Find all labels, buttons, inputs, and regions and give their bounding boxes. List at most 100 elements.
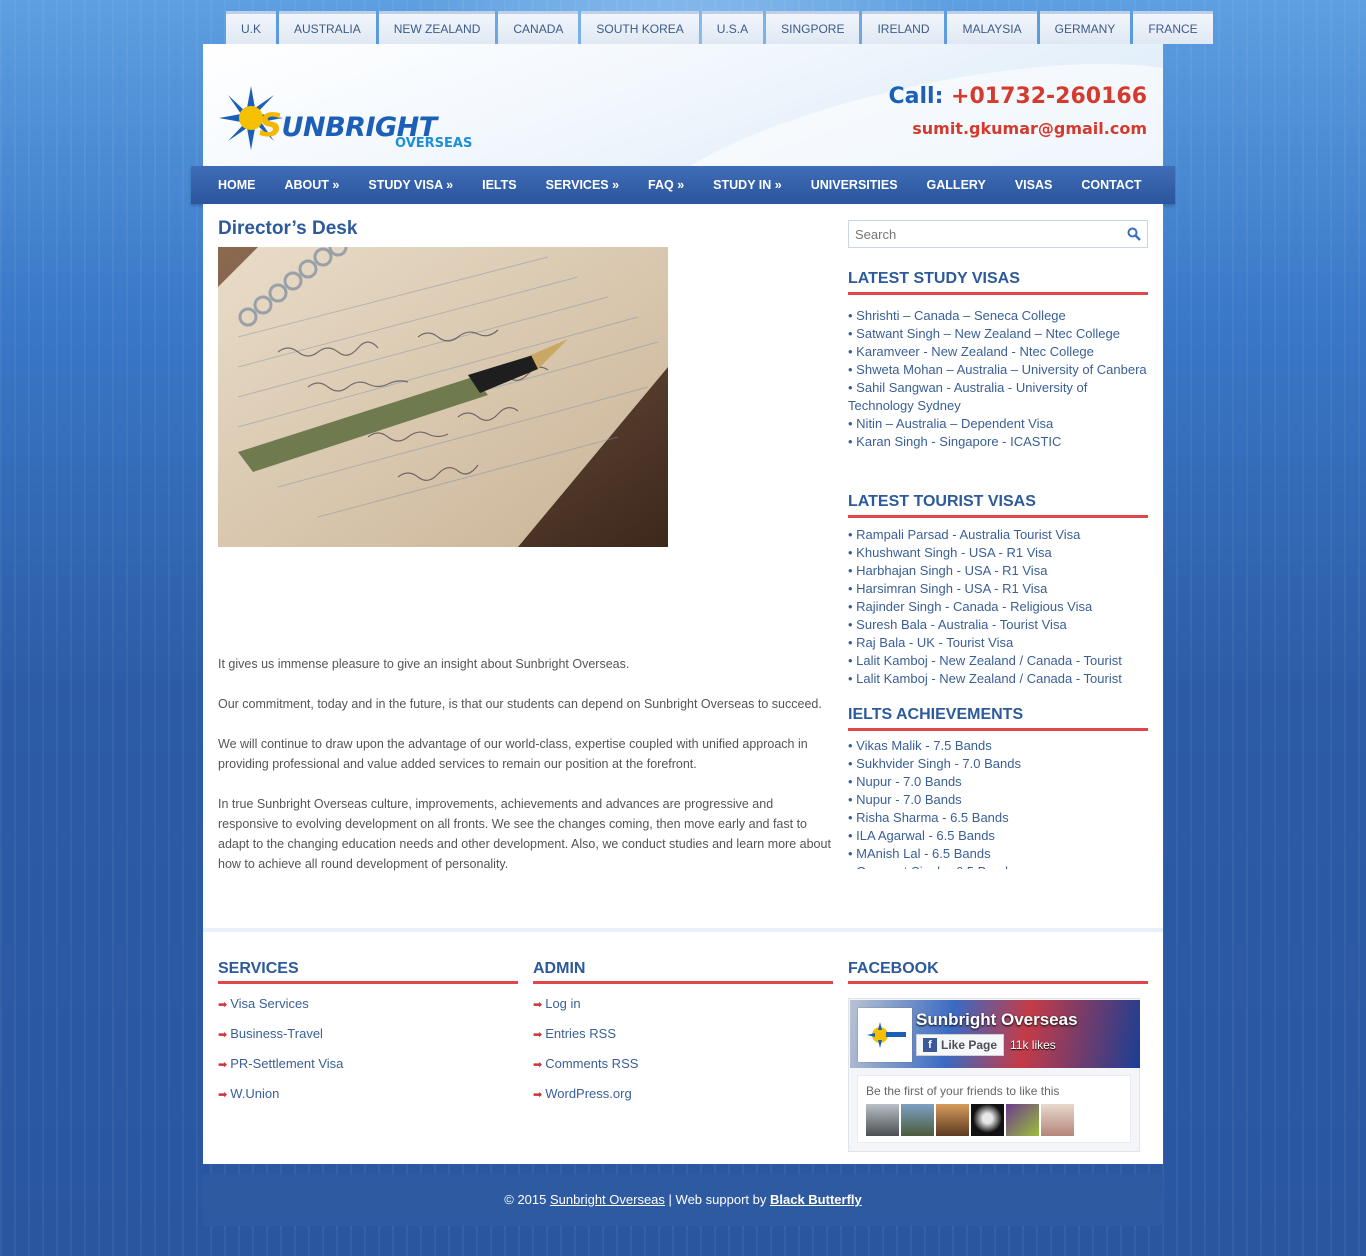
- list-item[interactable]: Lalit Kamboj - New Zealand / Canada - To…: [848, 670, 1148, 686]
- footer-link-label[interactable]: Entries RSS: [545, 1026, 616, 1041]
- country-tab[interactable]: GERMANY: [1039, 11, 1131, 44]
- footer-link-item[interactable]: ➡ PR-Settlement Visa: [218, 1056, 343, 1086]
- director-photo: [218, 247, 668, 547]
- list-item[interactable]: Satwant Singh – New Zealand – Ntec Colle…: [848, 325, 1148, 343]
- nav-item[interactable]: VISAS: [1015, 178, 1053, 192]
- latest-tourist-visas-list: Rampali Parsad - Australia Tourist VisaK…: [848, 526, 1148, 686]
- facebook-fan-avatar[interactable]: [936, 1104, 969, 1136]
- nav-item[interactable]: HOME: [218, 178, 256, 192]
- footer-widgets: SERVICES ➡ Visa Services ➡ Business-Travel ➡…: [203, 928, 1163, 1164]
- list-item[interactable]: MAnish Lal - 6.5 Bands: [848, 845, 1148, 863]
- article-paragraph: We will continue to draw upon the advant…: [218, 737, 808, 771]
- nav-item[interactable]: ABOUT »: [285, 178, 340, 192]
- footer-link-label[interactable]: Business-Travel: [230, 1026, 323, 1041]
- facebook-fan-avatar[interactable]: [971, 1104, 1004, 1136]
- country-tab[interactable]: U.K: [226, 11, 277, 44]
- nav-item[interactable]: STUDY VISA »: [368, 178, 453, 192]
- page-title: Director’s Desk: [218, 218, 358, 239]
- facebook-page-name[interactable]: Sunbright Overseas: [916, 1010, 1078, 1030]
- facebook-profile-thumb[interactable]: [858, 1008, 912, 1062]
- list-item[interactable]: Nitin – Australia – Dependent Visa: [848, 415, 1148, 433]
- list-item[interactable]: Shweta Mohan – Australia – University of…: [848, 361, 1148, 379]
- list-item[interactable]: Vikas Malik - 7.5 Bands: [848, 737, 1148, 755]
- nav-item[interactable]: IELTS: [482, 178, 517, 192]
- list-item[interactable]: Rampali Parsad - Australia Tourist Visa: [848, 526, 1148, 544]
- list-item[interactable]: ILA Agarwal - 6.5 Bands: [848, 827, 1148, 845]
- footer-link-label[interactable]: WordPress.org: [545, 1086, 631, 1101]
- site-logo[interactable]: SUNBRIGHT OVERSEAS: [219, 84, 472, 154]
- list-item[interactable]: Raj Bala - UK - Tourist Visa: [848, 634, 1148, 652]
- latest-tourist-visas-title: LATEST TOURIST VISAS: [848, 493, 1148, 518]
- country-tabs: U.K AUSTRALIA NEW ZEALAND CANADA SOUTH KOREA…: [226, 11, 1216, 44]
- country-tab[interactable]: MALAYSIA: [947, 11, 1037, 44]
- arrow-right-icon: ➡: [218, 999, 228, 1011]
- list-item[interactable]: Karan Singh - Singapore - ICASTIC: [848, 433, 1148, 451]
- list-item[interactable]: Risha Sharma - 6.5 Bands: [848, 809, 1148, 827]
- country-tab[interactable]: U.S.A: [701, 11, 764, 44]
- nav-item[interactable]: FAQ »: [648, 178, 684, 192]
- copyright-bar: © 2015 Sunbright Overseas | Web support …: [203, 1174, 1163, 1226]
- nav-item[interactable]: GALLERY: [927, 178, 986, 192]
- footer-link-label[interactable]: Visa Services: [230, 996, 309, 1011]
- footer-link-label[interactable]: Comments RSS: [545, 1056, 638, 1071]
- article-paragraph: In true Sunbright Overseas culture, impr…: [218, 797, 831, 871]
- nav-item[interactable]: UNIVERSITIES: [811, 178, 898, 192]
- facebook-page-plugin: Sunbright Overseas f Like Page 11k likes…: [848, 998, 1140, 1152]
- facebook-fan-avatar[interactable]: [1006, 1104, 1039, 1136]
- list-item[interactable]: Rajinder Singh - Canada - Religious Visa: [848, 598, 1148, 616]
- footer-link-item[interactable]: ➡ Visa Services: [218, 996, 343, 1026]
- nav-item[interactable]: SERVICES »: [546, 178, 619, 192]
- country-tab[interactable]: SINGPORE: [766, 11, 860, 44]
- facebook-fan-avatar[interactable]: [866, 1104, 899, 1136]
- country-tab[interactable]: AUSTRALIA: [279, 11, 376, 44]
- footer-link-label[interactable]: W.Union: [230, 1086, 279, 1101]
- facebook-cover[interactable]: Sunbright Overseas f Like Page 11k likes: [850, 1000, 1140, 1068]
- list-item[interactable]: Sahil Sangwan - Australia - University o…: [848, 379, 1148, 415]
- facebook-widget-title: FACEBOOK: [848, 960, 1148, 984]
- list-item[interactable]: Khushwant Singh - USA - R1 Visa: [848, 544, 1148, 562]
- facebook-fan-avatar[interactable]: [1041, 1104, 1074, 1136]
- footer-link-item[interactable]: ➡ Comments RSS: [533, 1056, 638, 1086]
- list-item[interactable]: Suresh Bala - Australia - Tourist Visa: [848, 616, 1148, 634]
- footer-link-item[interactable]: ➡ WordPress.org: [533, 1086, 638, 1116]
- list-item[interactable]: Gurpreet Singh - 6.5 Bands: [848, 863, 1148, 869]
- site-home-link[interactable]: Sunbright Overseas: [550, 1192, 665, 1207]
- facebook-fan-avatar[interactable]: [901, 1104, 934, 1136]
- contact-email[interactable]: sumit.gkumar@gmail.com: [912, 119, 1147, 138]
- nav-item[interactable]: STUDY IN »: [713, 178, 782, 192]
- footer-link-item[interactable]: ➡ Entries RSS: [533, 1026, 638, 1056]
- arrow-right-icon: ➡: [533, 1029, 543, 1041]
- list-item[interactable]: Sukhvider Singh - 7.0 Bands: [848, 755, 1148, 773]
- facebook-like-label: Like Page: [941, 1038, 998, 1052]
- latest-study-visas-title: LATEST STUDY VISAS: [848, 270, 1148, 295]
- search-icon[interactable]: [1127, 227, 1141, 241]
- country-tab[interactable]: NEW ZEALAND: [378, 11, 496, 44]
- list-item[interactable]: Lalit Kamboj - New Zealand / Canada - To…: [848, 652, 1148, 670]
- footer-link-item[interactable]: ➡ Business-Travel: [218, 1026, 343, 1056]
- footer-link-item[interactable]: ➡ W.Union: [218, 1086, 343, 1116]
- list-item[interactable]: Shrishti – Canada – Seneca College: [848, 307, 1148, 325]
- country-tab[interactable]: SOUTH KOREA: [581, 11, 699, 44]
- search-input[interactable]: [849, 221, 1119, 247]
- list-item[interactable]: Karamveer - New Zealand - Ntec College: [848, 343, 1148, 361]
- country-tab[interactable]: FRANCE: [1133, 11, 1213, 44]
- notebook-pen-image: [218, 247, 668, 547]
- facebook-friends-box: Be the first of your friends to like thi…: [857, 1075, 1131, 1143]
- arrow-right-icon: ➡: [218, 1089, 228, 1101]
- country-tab[interactable]: IRELAND: [862, 11, 945, 44]
- facebook-like-button[interactable]: f Like Page: [916, 1034, 1005, 1056]
- footer-link-label[interactable]: Log in: [545, 996, 580, 1011]
- list-item[interactable]: Harsimran Singh - USA - R1 Visa: [848, 580, 1148, 598]
- list-item[interactable]: Nupur - 7.0 Bands: [848, 791, 1148, 809]
- arrow-right-icon: ➡: [533, 1059, 543, 1071]
- footer-link-item[interactable]: ➡ Log in: [533, 996, 638, 1026]
- list-item[interactable]: Harbhajan Singh - USA - R1 Visa: [848, 562, 1148, 580]
- ielts-achievements-title: IELTS ACHIEVEMENTS: [848, 706, 1148, 731]
- nav-item[interactable]: CONTACT: [1081, 178, 1141, 192]
- country-tab[interactable]: CANADA: [498, 11, 579, 44]
- footer-link-label[interactable]: PR-Settlement Visa: [230, 1056, 343, 1071]
- services-widget-title: SERVICES: [218, 960, 518, 984]
- services-links: ➡ Visa Services ➡ Business-Travel ➡ PR-Settle…: [218, 996, 343, 1116]
- support-link[interactable]: Black Butterfly: [770, 1192, 862, 1207]
- list-item[interactable]: Nupur - 7.0 Bands: [848, 773, 1148, 791]
